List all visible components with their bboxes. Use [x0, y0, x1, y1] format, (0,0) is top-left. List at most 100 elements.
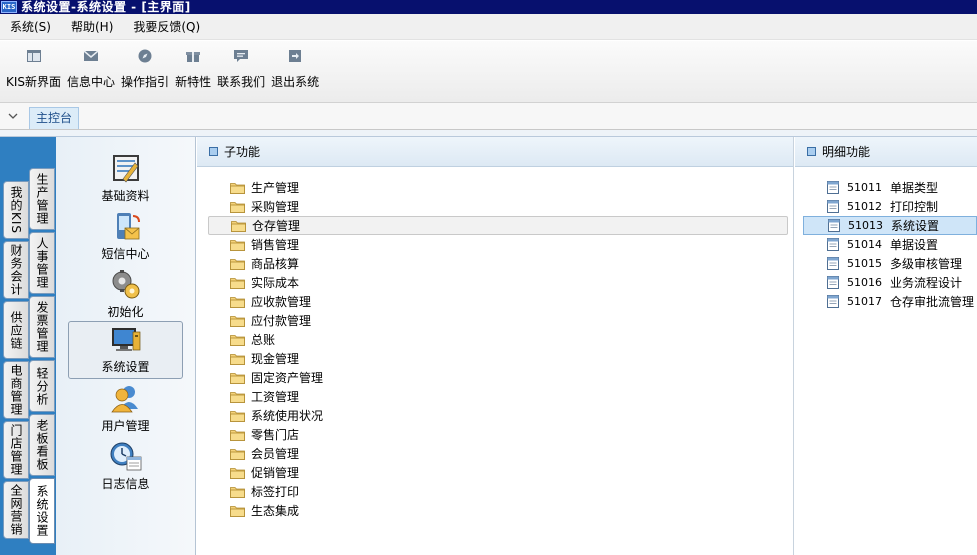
sub-function-label: 仓存管理	[252, 219, 301, 233]
sub-function-item[interactable]: 促销管理	[208, 463, 788, 482]
sub-function-item[interactable]: 商品核算	[208, 254, 788, 273]
module-basic-data[interactable]: 基础资料	[68, 151, 183, 209]
sub-function-item[interactable]: 系统使用状况	[208, 406, 788, 425]
kis-new-ui-button[interactable]: KIS新界面	[3, 41, 64, 99]
sub-function-label: 促销管理	[251, 466, 300, 480]
chevron-down-icon[interactable]	[0, 102, 26, 129]
separator-band	[0, 130, 977, 137]
tab-marketing[interactable]: 全网营销	[3, 481, 29, 539]
sub-function-item[interactable]: 销售管理	[208, 235, 788, 254]
sub-function-item[interactable]: 现金管理	[208, 349, 788, 368]
tab-main-console[interactable]: 主控台	[29, 107, 80, 129]
detail-function-item[interactable]: 51013 系统设置	[803, 216, 977, 235]
contact-us-button[interactable]: 联系我们	[214, 41, 268, 99]
module-sms-center[interactable]: 短信中心	[68, 209, 183, 267]
window-title: 系统设置-系统设置 - [主界面]	[21, 0, 191, 14]
exit-system-button[interactable]: 退出系统	[268, 41, 322, 99]
tab-hr[interactable]: 人事管理	[29, 232, 55, 294]
sub-function-item[interactable]: 采购管理	[208, 197, 788, 216]
detail-function-item[interactable]: 51012 打印控制	[803, 197, 977, 216]
function-code: 51014	[847, 238, 882, 251]
module-panel: 基础资料 短信中心 初始化 系统设置 用户管理 日志信息	[56, 137, 196, 555]
tab-ecommerce-label: 电商管理	[9, 364, 23, 416]
sub-function-label: 销售管理	[251, 238, 300, 252]
info-center-button[interactable]: 信息中心	[64, 41, 118, 99]
sub-function-item[interactable]: 零售门店	[208, 425, 788, 444]
detail-function-label: 单据类型	[890, 181, 939, 195]
sub-function-item[interactable]: 应付款管理	[208, 311, 788, 330]
tab-boss-board[interactable]: 老板看板	[29, 414, 55, 476]
sub-function-label: 商品核算	[251, 257, 300, 271]
tab-finance[interactable]: 财务会计	[3, 241, 29, 299]
document-icon	[827, 238, 839, 251]
menu-help[interactable]: 帮助(H)	[61, 16, 123, 38]
module-initialize[interactable]: 初始化	[68, 267, 183, 325]
folder-icon	[230, 353, 245, 365]
sub-function-item[interactable]: 会员管理	[208, 444, 788, 463]
sub-function-label: 实际成本	[251, 276, 300, 290]
new-features-button[interactable]: 新特性	[172, 41, 214, 99]
module-system-settings-label: 系统设置	[101, 360, 150, 374]
detail-function-list: 51011 单据类型 51012 打印控制 51013 系统设置 51014 单据设置 5101…	[803, 178, 977, 311]
folder-icon	[230, 467, 245, 479]
sub-function-item[interactable]: 标签打印	[208, 482, 788, 501]
tab-light-analysis[interactable]: 轻分析	[29, 360, 55, 412]
header-bullet-icon	[807, 147, 816, 156]
module-log-info[interactable]: 日志信息	[68, 439, 183, 497]
tab-system-settings[interactable]: 系统设置	[29, 478, 55, 544]
tab-finance-label: 财务会计	[9, 244, 23, 296]
chat-icon	[233, 48, 249, 64]
sub-function-item[interactable]: 生态集成	[208, 501, 788, 520]
detail-function-item[interactable]: 51017 仓存审批流管理	[803, 292, 977, 311]
module-user-management[interactable]: 用户管理	[68, 381, 183, 439]
folder-icon	[230, 258, 245, 270]
sub-function-item[interactable]: 仓存管理	[208, 216, 788, 235]
tab-supply-chain[interactable]: 供应链	[3, 301, 29, 359]
tab-store[interactable]: 门店管理	[3, 421, 29, 479]
detail-function-label: 仓存审批流管理	[890, 295, 975, 309]
module-user-management-label: 用户管理	[101, 419, 150, 433]
sub-function-label: 工资管理	[251, 390, 300, 404]
sub-function-item[interactable]: 工资管理	[208, 387, 788, 406]
tab-boss-board-label: 老板看板	[35, 419, 49, 471]
detail-function-label: 打印控制	[890, 200, 939, 214]
tab-production[interactable]: 生产管理	[29, 168, 55, 230]
sub-function-title: 子功能	[224, 145, 261, 159]
module-log-info-label: 日志信息	[101, 477, 150, 491]
sub-function-label: 标签打印	[251, 485, 300, 499]
sub-function-item[interactable]: 应收款管理	[208, 292, 788, 311]
folder-icon	[230, 182, 245, 194]
inner-tab-column: 生产管理 人事管理 发票管理 轻分析 老板看板 系统设置	[29, 168, 55, 546]
exit-icon	[287, 48, 303, 64]
tab-ecommerce[interactable]: 电商管理	[3, 361, 29, 419]
tab-my-kis[interactable]: 我的KIS	[3, 181, 29, 239]
initialize-icon	[109, 269, 143, 301]
sub-function-item[interactable]: 总账	[208, 330, 788, 349]
folder-icon	[230, 448, 245, 460]
detail-function-label: 业务流程设计	[890, 276, 963, 290]
document-icon	[827, 276, 839, 289]
document-icon	[827, 295, 839, 308]
folder-icon	[230, 201, 245, 213]
detail-function-item[interactable]: 51015 多级审核管理	[803, 254, 977, 273]
sub-function-label: 系统使用状况	[251, 409, 324, 423]
sub-function-item[interactable]: 实际成本	[208, 273, 788, 292]
detail-function-label: 多级审核管理	[890, 257, 963, 271]
sub-function-label: 采购管理	[251, 200, 300, 214]
tab-invoice[interactable]: 发票管理	[29, 296, 55, 358]
sub-function-item[interactable]: 固定资产管理	[208, 368, 788, 387]
detail-function-item[interactable]: 51011 单据类型	[803, 178, 977, 197]
detail-function-item[interactable]: 51016 业务流程设计	[803, 273, 977, 292]
menu-feedback[interactable]: 我要反馈(Q)	[123, 16, 210, 38]
sub-function-item[interactable]: 生产管理	[208, 178, 788, 197]
log-info-icon	[109, 441, 143, 473]
menu-system[interactable]: 系统(S)	[0, 16, 61, 38]
operation-guide-button[interactable]: 操作指引	[118, 41, 172, 99]
module-system-settings[interactable]: 系统设置	[68, 321, 183, 379]
function-code: 51016	[847, 276, 882, 289]
new-features-label: 新特性	[175, 75, 212, 89]
sub-function-label: 生态集成	[251, 504, 300, 518]
folder-icon	[230, 334, 245, 346]
tab-hr-label: 人事管理	[35, 237, 49, 289]
detail-function-item[interactable]: 51014 单据设置	[803, 235, 977, 254]
